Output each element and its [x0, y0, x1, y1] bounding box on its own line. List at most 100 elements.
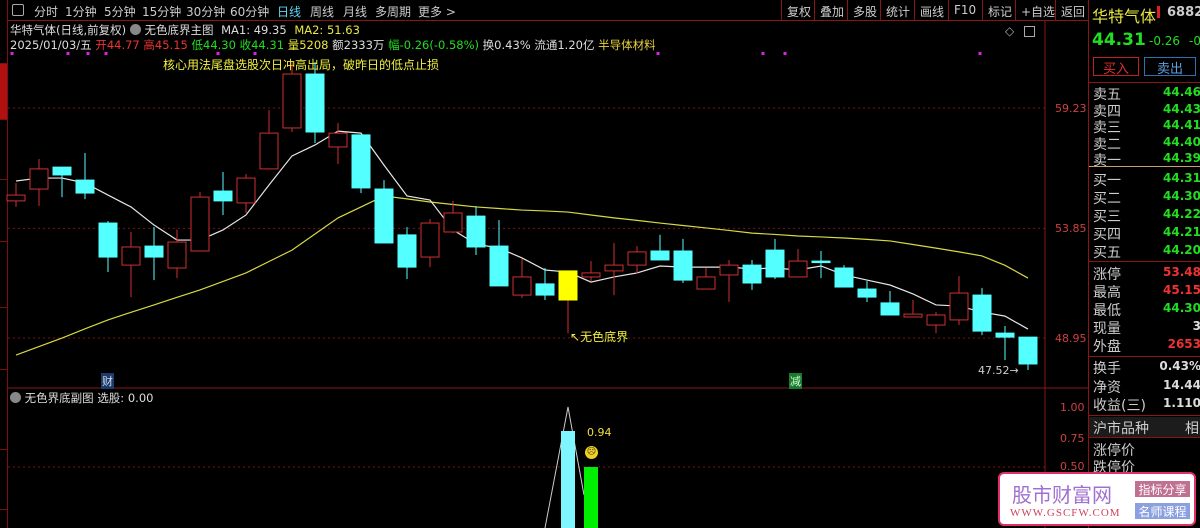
candle-up — [259, 132, 279, 170]
candle-down — [75, 179, 95, 194]
quote-row-label: 买一 — [1093, 173, 1121, 189]
candle-down — [466, 215, 486, 248]
candle-up — [604, 264, 624, 272]
candle-down — [972, 294, 992, 332]
candle-down — [650, 250, 670, 261]
watermark-name: 股市财富网 — [1012, 483, 1112, 507]
candle-up — [926, 314, 946, 326]
quote-row-value: 44.30 — [1163, 301, 1200, 315]
stock-code: 6882 — [1167, 5, 1200, 20]
quote-row: 买五 44.20 — [1093, 242, 1200, 261]
quote-row-value: 1.110 — [1163, 396, 1200, 410]
candle-down — [558, 270, 578, 301]
quote-row-value: 0.43% — [1159, 359, 1200, 373]
quote-row: 换手 0.43% — [1093, 358, 1200, 377]
quote-row-value: 45.15 — [1163, 283, 1200, 297]
quote-row: 买三 44.22 — [1093, 206, 1200, 225]
candle-down — [811, 260, 831, 264]
signal-dot — [253, 52, 257, 55]
quote-row-value: 44.39 — [1163, 151, 1200, 165]
candle-down — [1018, 336, 1038, 365]
section-right-label: 相 — [1185, 421, 1199, 437]
quote-row-value: 44.40 — [1163, 134, 1200, 149]
quote-row: 买二 44.30 — [1093, 188, 1200, 207]
quote-row: 最低 44.30 — [1093, 300, 1200, 319]
teacher-course-tag: 名师课程 — [1135, 503, 1190, 519]
quote-row-label: 买五 — [1093, 245, 1121, 261]
candle-up — [627, 251, 647, 266]
finance-marker[interactable]: 财 — [101, 373, 114, 389]
signal-dot — [86, 52, 90, 55]
sell-button[interactable]: 卖出 — [1144, 57, 1196, 77]
quote-row: 外盘 2653 — [1093, 336, 1200, 355]
info-icon[interactable] — [1157, 6, 1160, 18]
signal-dot — [104, 52, 108, 55]
candle-up — [581, 272, 601, 278]
quote-row: 净资 14.44 — [1093, 377, 1200, 396]
candle-up — [903, 313, 923, 318]
quote-row: 买一 44.31 — [1093, 170, 1200, 189]
signal-dot — [656, 52, 660, 55]
signal-dot — [10, 52, 14, 55]
candle-up — [121, 246, 141, 266]
candle-up — [443, 212, 463, 233]
kline-chart[interactable] — [0, 0, 1088, 528]
market-section-header[interactable]: 沪市品种 相 — [1089, 417, 1200, 437]
sub-axis-label: 1.00 — [1060, 401, 1085, 414]
sub-bar — [584, 467, 598, 528]
signal-dot — [761, 52, 765, 55]
quote-row-label: 收益(三) — [1093, 398, 1146, 414]
candle-down — [857, 288, 877, 298]
ma1-line — [15, 130, 1029, 330]
candle-up — [512, 276, 532, 296]
section-label: 沪市品种 — [1093, 421, 1149, 437]
quote-row-label: 买二 — [1093, 191, 1121, 207]
candle-down — [52, 166, 72, 176]
candle-up — [29, 168, 49, 190]
candle-down — [374, 188, 394, 244]
candle-down — [213, 190, 233, 202]
sub-indicator-dropdown-icon[interactable] — [10, 392, 21, 403]
candle-down — [397, 234, 417, 268]
low-annotation: 47.52→ — [978, 364, 1019, 377]
candle-down — [305, 73, 325, 133]
quote-row-label: 外盘 — [1093, 339, 1121, 355]
signal-annotation: ↖无色底界 — [570, 330, 629, 344]
quote-row: 卖三 44.41 — [1093, 117, 1200, 136]
candle-down — [880, 302, 900, 316]
quote-row-value: 14.44 — [1163, 377, 1200, 392]
candle-down — [673, 250, 693, 281]
signal-dot — [978, 52, 982, 55]
quote-row: 最高 45.15 — [1093, 282, 1200, 301]
candle-up — [696, 276, 716, 290]
quote-row-value: 44.30 — [1163, 189, 1200, 203]
watermark-url: WWW.GSCFW.COM — [1010, 507, 1121, 519]
candle-up — [328, 132, 348, 148]
candle-up — [282, 73, 302, 129]
quote-row: 收益(三) 1.110 — [1093, 395, 1200, 414]
quote-row: 买四 44.21 — [1093, 224, 1200, 243]
axis-label: 59.23 — [1055, 102, 1087, 115]
candle-up — [190, 196, 210, 252]
quote-row-value: 3 — [1192, 319, 1200, 333]
quote-row-label: 最低 — [1093, 303, 1121, 319]
candle-down — [742, 264, 762, 284]
quote-row: 卖二 44.40 — [1093, 134, 1200, 153]
axis-label: 53.85 — [1055, 222, 1087, 235]
candle-down — [98, 222, 118, 258]
candle-down — [489, 245, 509, 287]
reduce-marker[interactable]: 减 — [789, 373, 802, 389]
quote-row-label: 买三 — [1093, 209, 1121, 225]
candle-up — [236, 177, 256, 204]
sub-axis-label: 0.75 — [1060, 432, 1085, 445]
candle-down — [995, 332, 1015, 338]
sub-chart-header: 无色界底副图 选股: 0.00 — [10, 390, 153, 406]
sad-face-icon: ☹ — [585, 446, 598, 459]
quote-row-label: 净资 — [1093, 379, 1121, 396]
buy-button[interactable]: 买入 — [1093, 57, 1139, 77]
quote-row-label: 现量 — [1093, 321, 1121, 337]
sub-indicator-name[interactable]: 无色界底副图 — [25, 391, 94, 405]
quote-panel: 华特气体 6882 44.31 -0.26 -0 买入 卖出 卖五 44.46 卖四… — [1088, 0, 1200, 528]
quote-row-label: 换手 — [1093, 361, 1121, 377]
last-price: 44.31 — [1092, 30, 1146, 50]
